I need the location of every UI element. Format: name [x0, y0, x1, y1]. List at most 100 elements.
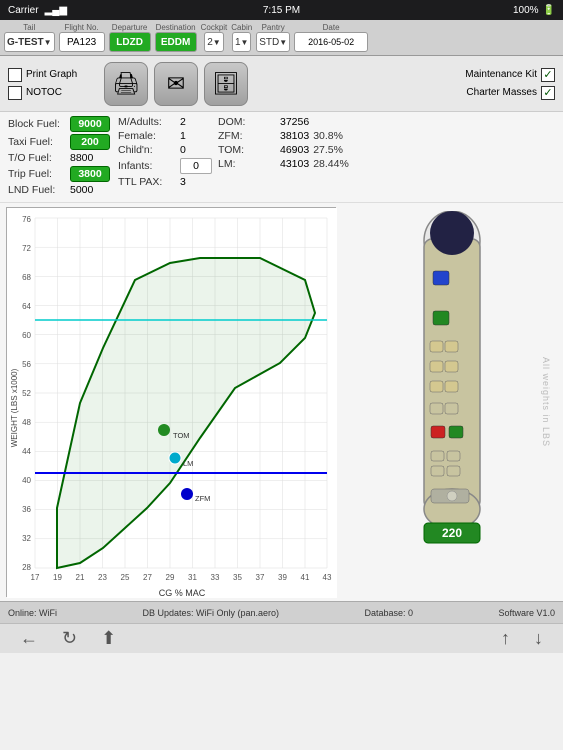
refresh-button[interactable]: ↻ [54, 628, 85, 649]
date-input[interactable] [294, 32, 368, 52]
pantry-select[interactable]: STD ▼ [256, 32, 290, 52]
battery-icon: 🔋 [543, 5, 555, 16]
rotate-label: All weights in LBS [541, 357, 551, 447]
share-button[interactable]: ⬆ [93, 628, 124, 649]
back-button[interactable]: ← [12, 628, 46, 649]
maintenance-kit-row[interactable]: Maintenance Kit ✓ [465, 68, 555, 82]
x-axis-label: CG % MAC [159, 588, 206, 598]
destination-group: Destination EDDM [155, 23, 197, 52]
svg-text:31: 31 [188, 573, 197, 582]
zfm-item: ZFM: 38103 30.8% [218, 130, 555, 142]
departure-label: Departure [112, 23, 148, 32]
ttl-pax-label: TTL PAX: [118, 176, 180, 188]
svg-text:27: 27 [143, 573, 152, 582]
lm-value: 43103 [280, 158, 309, 170]
tail-value: G-TEST [7, 37, 44, 48]
fuel-col: Block Fuel: 9000 Taxi Fuel: 200 T/O Fuel… [8, 116, 118, 198]
svg-text:29: 29 [166, 573, 175, 582]
tail-label: Tail [23, 23, 35, 32]
notoc-checkbox[interactable] [8, 86, 22, 100]
svg-text:44: 44 [22, 447, 31, 456]
trip-fuel-item: Trip Fuel: 3800 [8, 166, 118, 182]
toolbar-left: Print Graph NOTOC [8, 68, 98, 100]
to-fuel-item: T/O Fuel: 8800 [8, 152, 118, 164]
pax-col: M/Adults: 2 Female: 1 Child'n: 0 Infants… [118, 116, 218, 198]
svg-text:56: 56 [22, 360, 31, 369]
y-axis-label: WEIGHT (LBS x1000) [10, 368, 19, 447]
print-button[interactable]: 🖨 [104, 62, 148, 106]
children-label: Child'n: [118, 144, 180, 156]
data-row: Block Fuel: 9000 Taxi Fuel: 200 T/O Fuel… [0, 112, 563, 203]
tom-label: TOM [173, 431, 190, 440]
zfm-label: ZFM: [218, 130, 280, 142]
status-bar: Carrier ▂▄▆ 7:15 PM 100% 🔋 [0, 0, 563, 20]
charter-masses-label: Charter Masses [466, 87, 537, 98]
print-graph-row[interactable]: Print Graph [8, 68, 98, 82]
destination-label: Destination [156, 23, 196, 32]
svg-text:19: 19 [53, 573, 62, 582]
tail-arrow: ▼ [44, 38, 52, 47]
female-item: Female: 1 [118, 130, 218, 142]
tom-item: TOM: 46903 27.5% [218, 144, 555, 156]
taxi-fuel-label: Taxi Fuel: [8, 136, 70, 148]
svg-text:35: 35 [233, 573, 242, 582]
infants-item: Infants: [118, 158, 218, 174]
flight-input[interactable] [59, 32, 105, 52]
main-content: WEIGHT (LBS x1000) [0, 203, 563, 601]
tail-select-wrap[interactable]: G-TEST ▼ [4, 32, 55, 52]
svg-text:76: 76 [22, 215, 31, 224]
female-value: 1 [180, 130, 186, 142]
maintenance-kit-checkbox[interactable]: ✓ [541, 68, 555, 82]
cabin-label: Cabin [231, 23, 252, 32]
envelope-polygon [57, 258, 315, 568]
female-label: Female: [118, 130, 180, 142]
svg-text:37: 37 [256, 573, 265, 582]
svg-text:64: 64 [22, 302, 31, 311]
charter-masses-checkbox[interactable]: ✓ [541, 86, 555, 100]
destination-value[interactable]: EDDM [155, 32, 197, 52]
zfm-value: 38103 [280, 130, 309, 142]
cockpit-label: Cockpit [201, 23, 228, 32]
cockpit-select[interactable]: 2 ▼ [204, 32, 223, 52]
battery-label: 100% [513, 5, 539, 16]
charter-masses-row[interactable]: Charter Masses ✓ [465, 86, 555, 100]
cabin-select[interactable]: 1 ▼ [232, 32, 251, 52]
cockpit-group: Cockpit 2 ▼ [201, 23, 228, 52]
departure-group: Departure LDZD [109, 23, 151, 52]
block-fuel-item: Block Fuel: 9000 [8, 116, 118, 132]
mail-button[interactable]: ✉ [154, 62, 198, 106]
children-item: Child'n: 0 [118, 144, 218, 156]
carrier-label: Carrier [8, 5, 39, 16]
database-label: Database: 0 [364, 608, 413, 618]
svg-text:41: 41 [301, 573, 310, 582]
svg-text:40: 40 [22, 476, 31, 485]
lm-item: LM: 43103 28.44% [218, 158, 555, 170]
dom-item: DOM: 37256 [218, 116, 555, 128]
chart-area: WEIGHT (LBS x1000) [0, 203, 340, 601]
notoc-row[interactable]: NOTOC [8, 86, 98, 100]
pantry-label: Pantry [262, 23, 285, 32]
svg-text:48: 48 [22, 418, 31, 427]
prev-button[interactable]: ↑ [493, 628, 518, 649]
lm-label: LM: [218, 158, 280, 170]
svg-text:68: 68 [22, 273, 31, 282]
print-graph-label: Print Graph [26, 69, 77, 80]
m-adults-value: 2 [180, 116, 186, 128]
trip-fuel-value[interactable]: 3800 [70, 166, 110, 182]
taxi-fuel-value[interactable]: 200 [70, 134, 110, 150]
lnd-fuel-label: LND Fuel: [8, 184, 70, 196]
lm-point [169, 452, 181, 464]
lnd-fuel-item: LND Fuel: 5000 [8, 184, 118, 196]
infants-input[interactable] [180, 158, 212, 174]
block-fuel-value[interactable]: 9000 [70, 116, 110, 132]
weight-display-text: 220 [441, 526, 461, 540]
next-button[interactable]: ↓ [526, 628, 551, 649]
chart-container: WEIGHT (LBS x1000) [6, 207, 336, 597]
departure-value[interactable]: LDZD [109, 32, 151, 52]
signal-icon: ▂▄▆ [45, 5, 67, 16]
taxi-fuel-item: Taxi Fuel: 200 [8, 134, 118, 150]
print-graph-checkbox[interactable] [8, 68, 22, 82]
dom-label: DOM: [218, 116, 280, 128]
seat-green-2 [449, 426, 463, 438]
db-button[interactable]: 🗄 [204, 62, 248, 106]
